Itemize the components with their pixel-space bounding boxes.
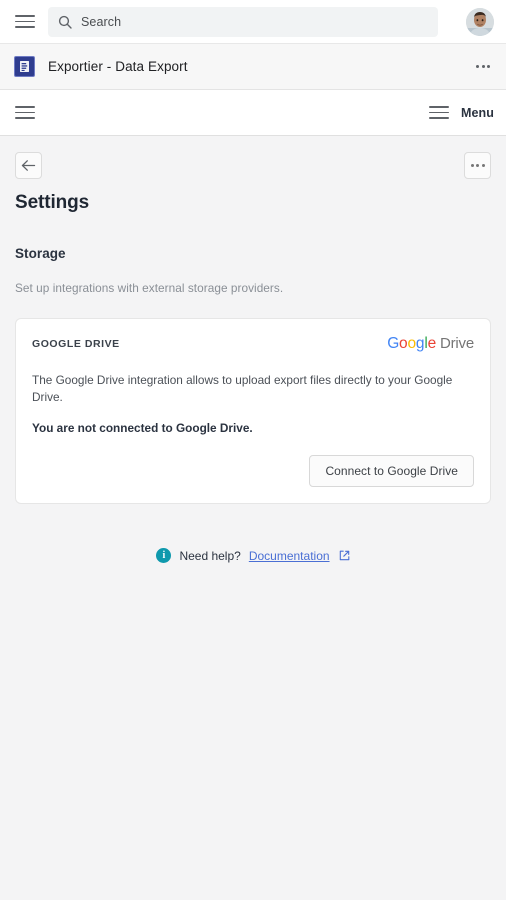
search-input[interactable]: Search [48, 6, 438, 37]
card-header: GOOGLE DRIVE G o o g l e Drive [32, 335, 474, 353]
card-actions: Connect to Google Drive [32, 455, 474, 488]
help-footer: i Need help? Documentation [15, 548, 491, 564]
google-logo-letter-e: e [427, 335, 437, 352]
storage-section-description: Set up integrations with external storag… [15, 281, 284, 295]
avatar[interactable] [466, 7, 494, 36]
search-icon [58, 15, 72, 29]
google-logo-letter-g2: g [415, 335, 425, 352]
card-eyebrow-label: GOOGLE DRIVE [32, 338, 120, 350]
app-title: Exportier - Data Export [48, 59, 188, 74]
google-drive-logo: G o o g l e Drive [387, 335, 474, 353]
documentation-link[interactable]: Documentation [249, 549, 330, 563]
main-content: Settings Storage Set up integrations wit… [0, 136, 506, 900]
arrow-left-icon [21, 160, 36, 171]
app-header-row: Exportier - Data Export [0, 44, 506, 90]
menu-label: Menu [460, 105, 494, 120]
settings-toolbar [15, 152, 491, 179]
app-more-options-icon[interactable] [474, 59, 492, 74]
google-logo-letter-o1: o [399, 335, 408, 352]
hamburger-icon[interactable] [12, 9, 38, 35]
google-logo-letter-o2: o [407, 335, 416, 352]
connect-to-google-drive-button[interactable]: Connect to Google Drive [309, 455, 474, 488]
search-placeholder: Search [81, 14, 122, 29]
google-logo-letter-g1: G [387, 335, 400, 352]
info-icon: i [156, 548, 172, 564]
more-options-icon [470, 164, 485, 167]
google-logo-drive-word: Drive [439, 335, 474, 352]
card-description: The Google Drive integration allows to u… [32, 373, 453, 404]
menu-button[interactable]: Menu [426, 100, 494, 126]
google-drive-card: GOOGLE DRIVE G o o g l e Drive The Googl… [15, 318, 491, 505]
page-title: Settings [15, 192, 90, 213]
menu-row-hamburger-icon[interactable] [12, 100, 38, 126]
help-text: Need help? [179, 548, 241, 563]
storage-section-title: Storage [15, 246, 66, 261]
avatar-image [466, 7, 494, 36]
back-button[interactable] [15, 152, 42, 179]
settings-more-options-button[interactable] [464, 152, 491, 179]
connection-status: You are not connected to Google Drive. [32, 421, 253, 436]
external-link-icon[interactable] [339, 550, 350, 561]
menu-row: Menu [0, 90, 506, 136]
top-bar: Search [0, 0, 506, 44]
exporter-app-icon [14, 56, 35, 77]
menu-hamburger-icon [426, 100, 452, 126]
